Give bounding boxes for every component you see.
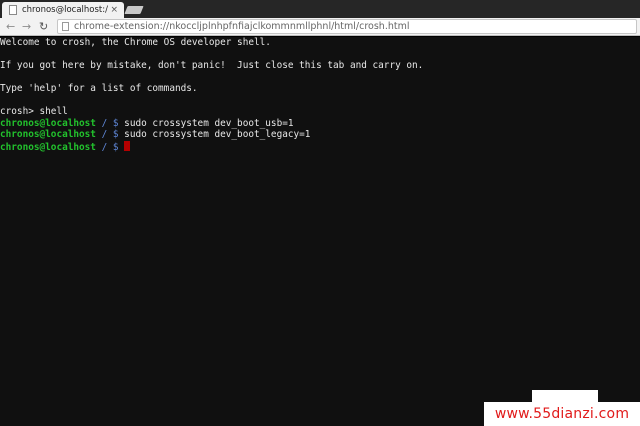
- close-icon[interactable]: ×: [110, 4, 118, 16]
- screen: chronos@localhost:/ × ← → ↻ chrome-exten…: [0, 0, 640, 426]
- terminal-text: If you got here by mistake, don't panic!…: [0, 60, 424, 71]
- terminal-line: crosh> shell: [0, 106, 640, 118]
- toolbar: ← → ↻ chrome-extension://nkoccljplnhpfnf…: [0, 18, 640, 36]
- terminal-line: Welcome to crosh, the Chrome OS develope…: [0, 37, 640, 49]
- terminal-text: crosh> shell: [0, 106, 68, 117]
- prompt-path: / $: [95, 117, 119, 129]
- reload-icon[interactable]: ↻: [39, 19, 48, 34]
- command-text: sudo crossystem dev_boot_usb=1: [118, 117, 294, 129]
- prompt-path: / $: [95, 129, 119, 140]
- command-text: sudo crossystem dev_boot_legacy=1: [118, 129, 311, 140]
- terminal-text: Welcome to crosh, the Chrome OS develope…: [0, 37, 271, 48]
- tab-title: chronos@localhost:/: [22, 5, 108, 15]
- terminal-line: chronos@localhost / $ sudo crossystem de…: [0, 118, 640, 130]
- prompt-user: chronos@localhost: [0, 141, 96, 153]
- tab-strip: chronos@localhost:/ ×: [0, 0, 640, 18]
- terminal-line: Type 'help' for a list of commands.: [0, 83, 640, 95]
- terminal-line: chronos@localhost / $ sudo crossystem de…: [0, 129, 640, 141]
- page-icon: [62, 22, 69, 31]
- watermark: www.55dianzi.com: [484, 402, 640, 426]
- tab-crosh[interactable]: chronos@localhost:/ ×: [2, 2, 124, 18]
- arrow-right-icon[interactable]: →: [22, 19, 31, 34]
- prompt-path: / $: [95, 141, 119, 153]
- terminal-cursor: [124, 140, 131, 151]
- address-bar[interactable]: chrome-extension://nkoccljplnhpfnfiajclk…: [57, 19, 637, 34]
- address-bar-url: chrome-extension://nkoccljplnhpfnfiajclk…: [74, 21, 410, 32]
- terminal-text: Type 'help' for a list of commands.: [0, 83, 198, 94]
- watermark-tab: [532, 390, 598, 402]
- arrow-left-icon[interactable]: ←: [6, 19, 15, 34]
- new-tab-button[interactable]: [124, 6, 144, 14]
- prompt-user: chronos@localhost: [0, 129, 96, 140]
- terminal[interactable]: Welcome to crosh, the Chrome OS develope…: [0, 37, 640, 426]
- terminal-line: chronos@localhost / $: [0, 140, 640, 153]
- page-icon: [9, 5, 17, 15]
- prompt-user: chronos@localhost: [0, 117, 96, 129]
- terminal-line: If you got here by mistake, don't panic!…: [0, 60, 640, 72]
